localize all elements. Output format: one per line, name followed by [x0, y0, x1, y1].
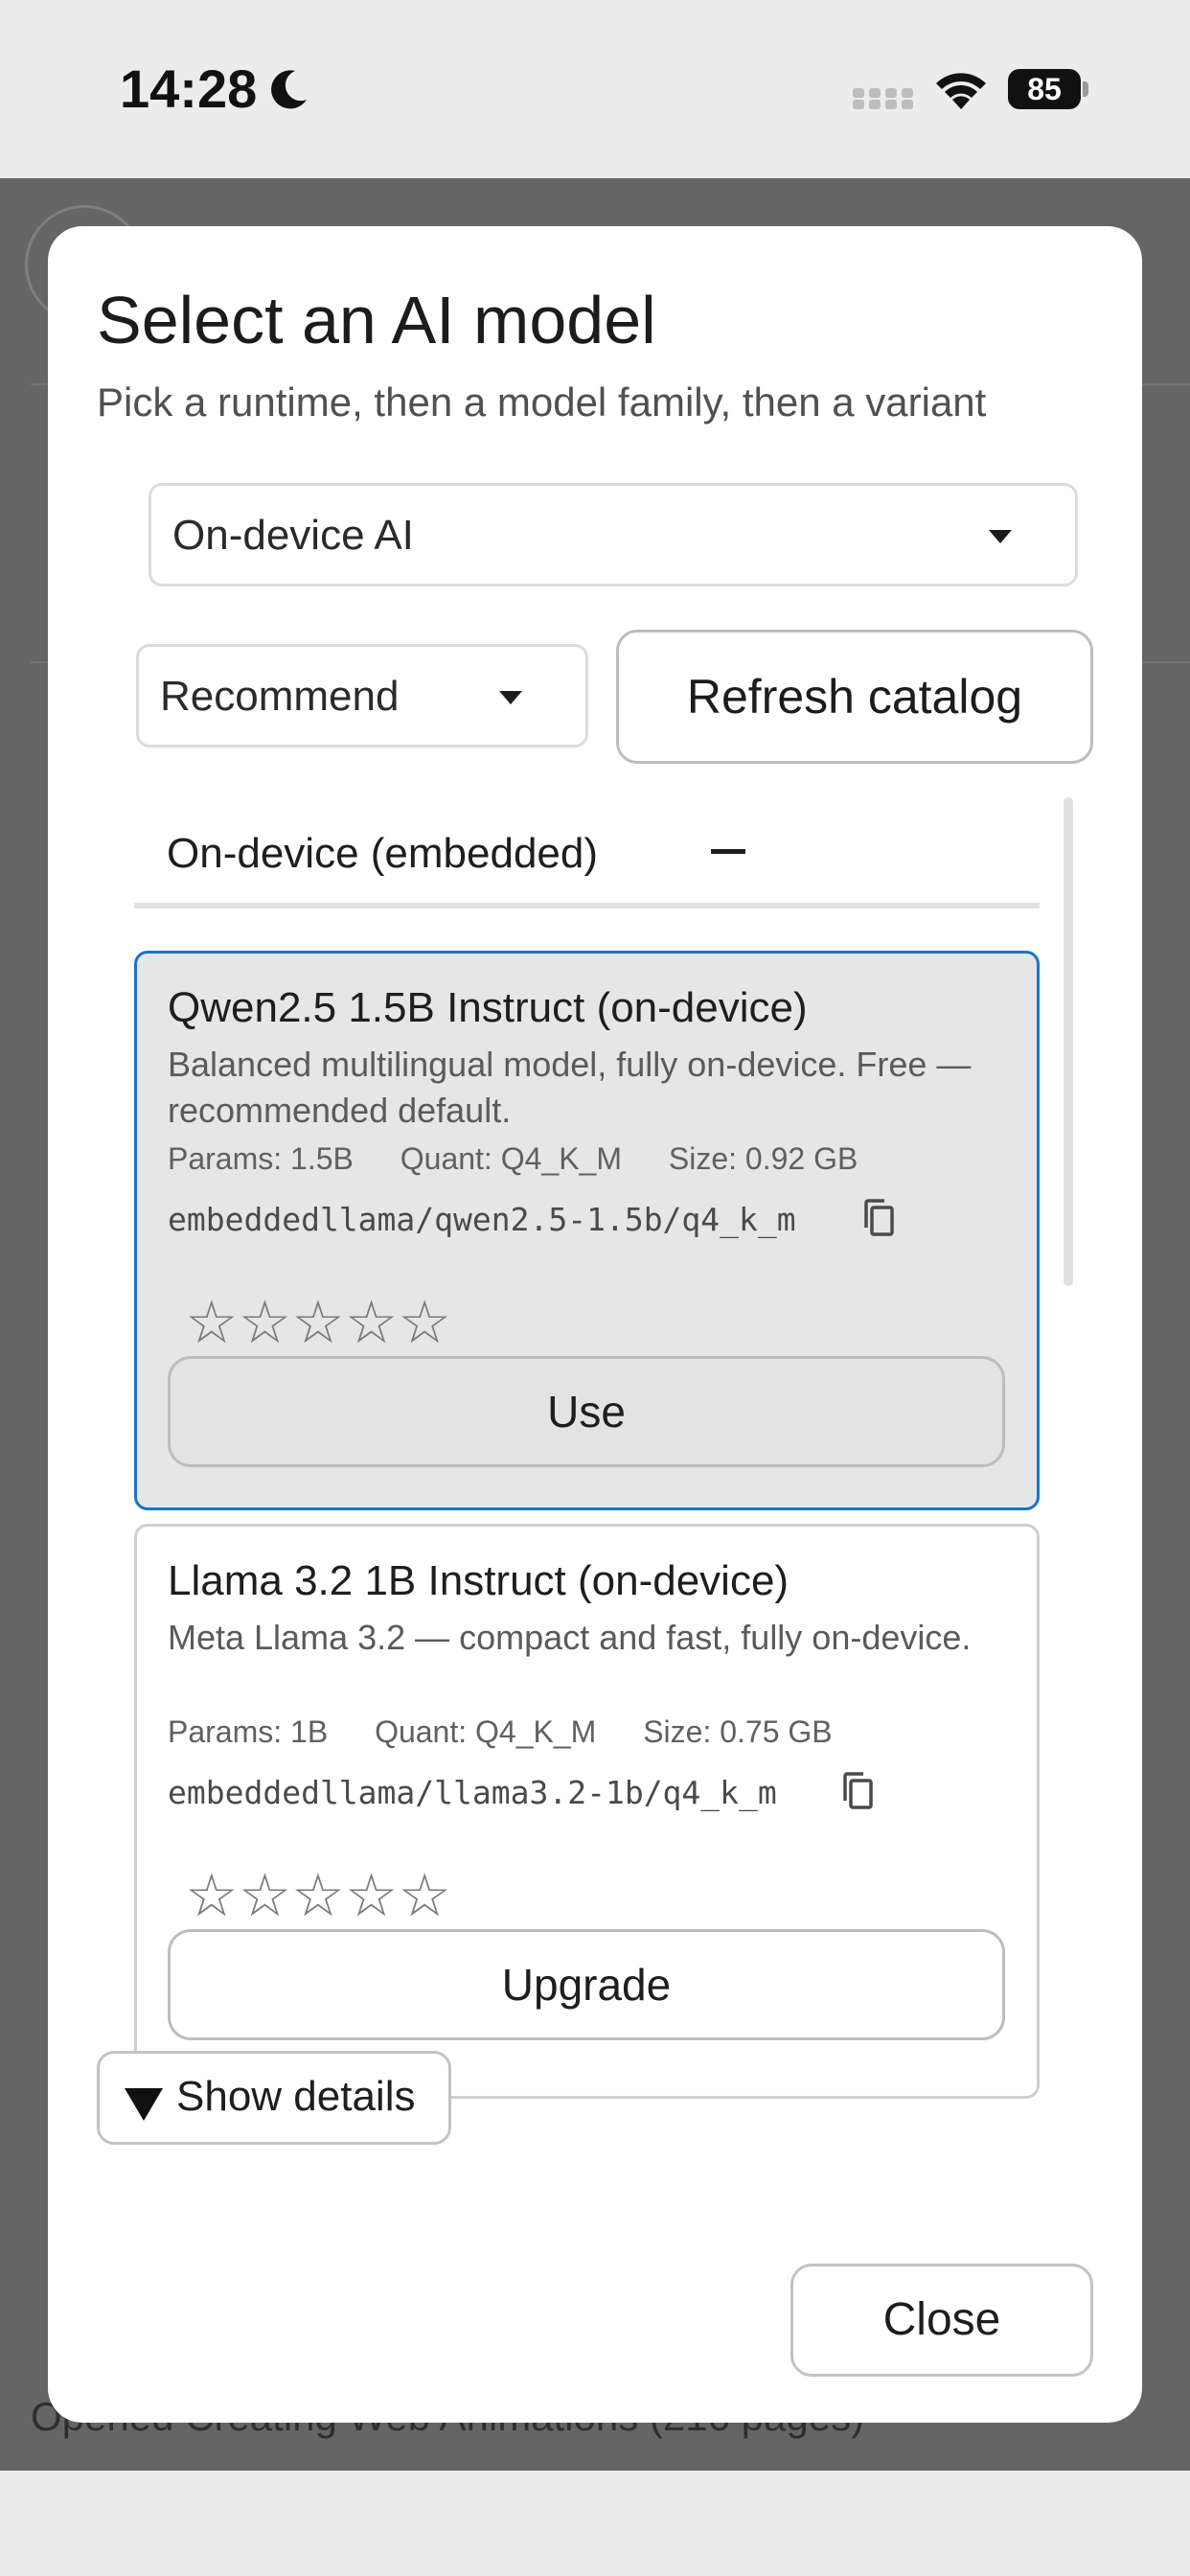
- model-quant: Quant: Q4_K_M: [400, 1141, 622, 1176]
- model-list[interactable]: On-device (embedded) Qwen2.5 1.5B Instru…: [134, 801, 1094, 2258]
- model-id: embeddedllama/qwen2.5-1.5b/q4_k_m: [168, 1201, 796, 1238]
- model-card-llama[interactable]: Llama 3.2 1B Instruct (on-device) Meta L…: [134, 1524, 1040, 2099]
- model-id: embeddedllama/llama3.2-1b/q4_k_m: [168, 1774, 777, 1811]
- dialog-subtitle: Pick a runtime, then a model family, the…: [97, 380, 987, 425]
- model-quant: Quant: Q4_K_M: [375, 1714, 597, 1749]
- runtime-select-value: On-device AI: [172, 512, 414, 559]
- chevron-down-icon: [499, 691, 522, 704]
- star-rating[interactable]: ☆☆☆☆☆: [185, 1287, 451, 1357]
- cellular-signal-icon: [853, 88, 913, 109]
- dialog-title: Select an AI model: [97, 283, 656, 357]
- model-select-dialog: Select an AI model Pick a runtime, then …: [48, 226, 1142, 2423]
- model-description: Meta Llama 3.2 — compact and fast, fully…: [168, 1618, 972, 1657]
- use-button[interactable]: Use: [168, 1356, 1005, 1467]
- model-description: Balanced multilingual model, fully on-de…: [168, 1045, 972, 1130]
- copy-icon[interactable]: [840, 1772, 875, 1810]
- model-size: Size: 0.92 GB: [668, 1141, 858, 1176]
- wifi-icon: [936, 73, 986, 109]
- model-specs: Params: 1B Quant: Q4_K_M Size: 0.75 GB: [168, 1714, 871, 1750]
- battery-icon: 85: [1008, 69, 1088, 109]
- group-label: On-device (embedded): [167, 830, 599, 877]
- star-rating[interactable]: ☆☆☆☆☆: [185, 1860, 451, 1930]
- model-params: Params: 1B: [168, 1714, 329, 1749]
- model-name: Llama 3.2 1B Instruct (on-device): [168, 1557, 790, 1604]
- moon-icon: [271, 70, 307, 109]
- model-size: Size: 0.75 GB: [643, 1714, 833, 1749]
- status-bar: 14:28 85: [0, 0, 1190, 178]
- model-card-qwen[interactable]: Qwen2.5 1.5B Instruct (on-device) Balanc…: [134, 951, 1040, 1510]
- collapse-icon[interactable]: [711, 849, 745, 854]
- sort-select-value: Recommend: [160, 673, 400, 720]
- show-details-button[interactable]: Show details: [97, 2051, 451, 2145]
- model-name: Qwen2.5 1.5B Instruct (on-device): [168, 984, 808, 1031]
- group-header-on-device[interactable]: On-device (embedded): [134, 801, 1040, 908]
- triangle-down-icon: [125, 2088, 163, 2121]
- runtime-select[interactable]: On-device AI: [149, 483, 1078, 586]
- battery-level: 85: [1027, 72, 1062, 106]
- model-specs: Params: 1.5B Quant: Q4_K_M Size: 0.92 GB: [168, 1141, 896, 1177]
- show-details-label: Show details: [176, 2073, 416, 2120]
- model-params: Params: 1.5B: [168, 1141, 354, 1176]
- chevron-down-icon: [989, 530, 1012, 543]
- list-scrollbar[interactable]: [1064, 797, 1073, 1286]
- sort-select[interactable]: Recommend: [136, 644, 588, 748]
- copy-icon[interactable]: [861, 1199, 896, 1237]
- status-time: 14:28: [120, 58, 258, 119]
- upgrade-button[interactable]: Upgrade: [168, 1929, 1005, 2040]
- close-button[interactable]: Close: [790, 2264, 1093, 2377]
- refresh-catalog-button[interactable]: Refresh catalog: [616, 630, 1093, 764]
- bottom-bar: [0, 2471, 1190, 2576]
